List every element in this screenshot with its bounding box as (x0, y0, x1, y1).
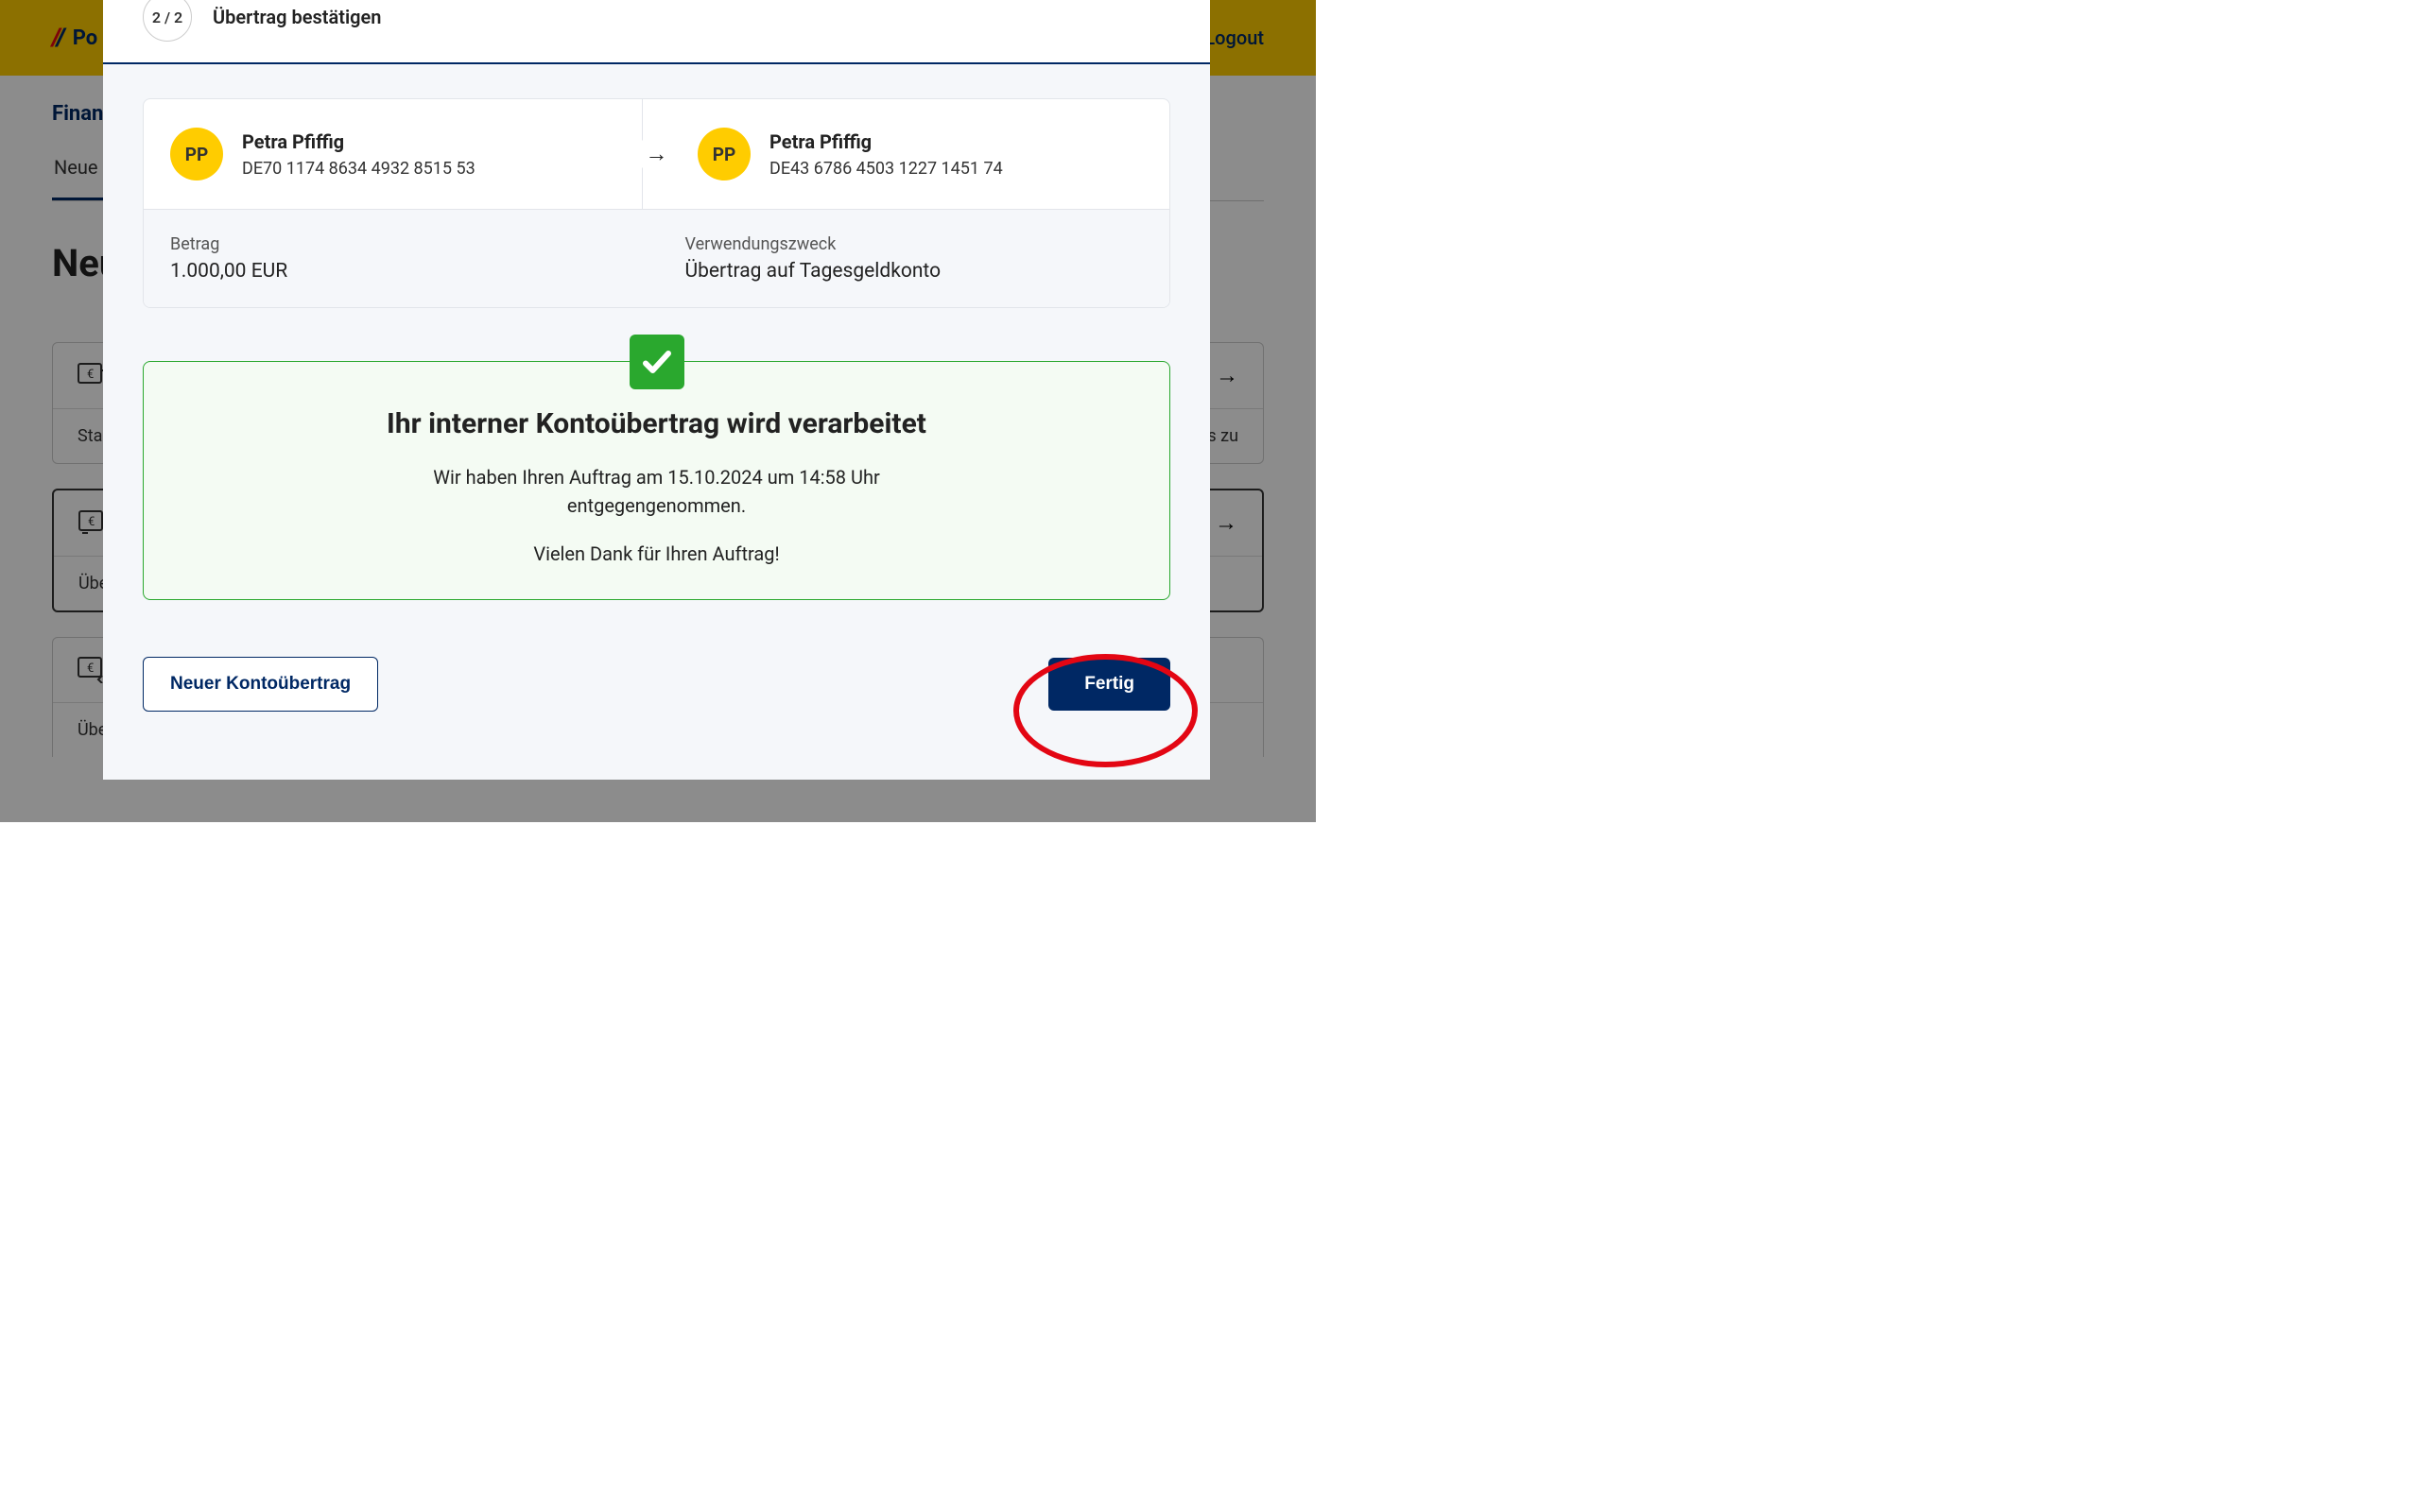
to-account-iban: DE43 6786 4503 1227 1451 74 (769, 159, 1003, 179)
new-transfer-button[interactable]: Neuer Kontoübertrag (143, 657, 378, 712)
avatar: PP (698, 128, 751, 180)
success-thanks: Vielen Dank für Ihren Auftrag! (182, 542, 1132, 565)
to-account-name: Petra Pfiffig (769, 130, 1003, 153)
from-account-name: Petra Pfiffig (242, 130, 475, 153)
modal-footer: Neuer Kontoübertrag Fertig (143, 657, 1170, 712)
modal-title: Übertrag bestätigen (213, 6, 381, 28)
avatar: PP (170, 128, 223, 180)
success-title: Ihr interner Kontoübertrag wird verarbei… (182, 407, 1132, 440)
arrow-right-icon: → (642, 141, 672, 168)
check-icon (630, 335, 684, 389)
from-account-iban: DE70 1174 8634 4932 8515 53 (242, 159, 475, 179)
success-text: Wir haben Ihren Auftrag am 15.10.2024 um… (373, 463, 941, 520)
modal-body: PP Petra Pfiffig DE70 1174 8634 4932 851… (103, 64, 1210, 780)
confirm-transfer-modal: 2 / 2 Übertrag bestätigen PP Petra Pfiff… (103, 0, 1210, 780)
transfer-summary-card: PP Petra Pfiffig DE70 1174 8634 4932 851… (143, 98, 1170, 308)
amount-value: 1.000,00 EUR (170, 260, 629, 283)
success-message-box: Ihr interner Kontoübertrag wird verarbei… (143, 361, 1170, 600)
amount-label: Betrag (170, 234, 629, 254)
modal-header: 2 / 2 Übertrag bestätigen (103, 0, 1210, 64)
step-indicator: 2 / 2 (143, 0, 192, 42)
from-account: PP Petra Pfiffig DE70 1174 8634 4932 851… (144, 99, 643, 209)
to-account: PP Petra Pfiffig DE43 6786 4503 1227 145… (643, 99, 1169, 209)
purpose-label: Verwendungszweck (685, 234, 1144, 254)
purpose-value: Übertrag auf Tagesgeldkonto (685, 260, 1144, 283)
done-button[interactable]: Fertig (1048, 658, 1170, 711)
